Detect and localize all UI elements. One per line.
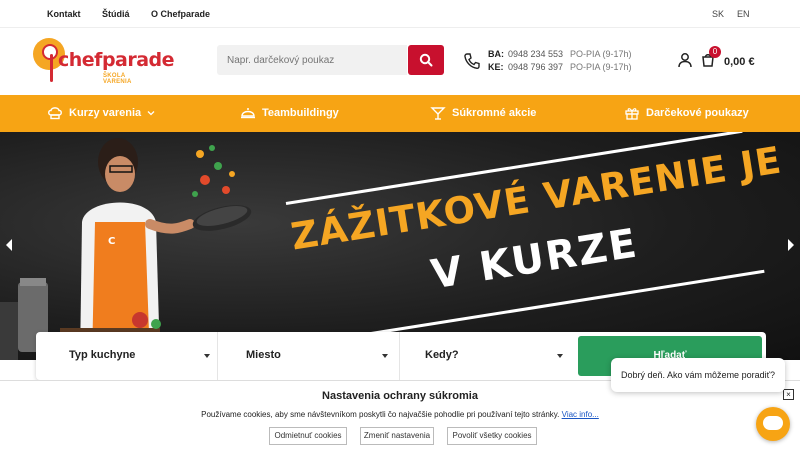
svg-text:C: C xyxy=(108,236,115,247)
logo[interactable]: chefparade ŠKOLA VARENIA xyxy=(33,38,175,85)
cookie-description: Používame cookies, aby sme návštevníkom … xyxy=(201,410,560,419)
nav-label: Darčekové poukazy xyxy=(646,107,749,119)
date-select[interactable]: Kedy? xyxy=(400,332,576,380)
lang-sk[interactable]: SK xyxy=(712,9,724,19)
phone-number: 0948 234 553 xyxy=(508,49,564,59)
cloche-icon xyxy=(241,108,255,119)
change-settings-button[interactable]: Zmeniť nastavenia xyxy=(360,427,434,445)
phone-city: KE: xyxy=(488,62,504,72)
chef-photo: C xyxy=(0,138,252,360)
cookie-text: Používame cookies, aby sme návštevníkom … xyxy=(0,410,800,419)
cart-total[interactable]: 0,00 € xyxy=(724,56,755,68)
cocktail-icon xyxy=(430,107,446,120)
topbar-link-kontakt[interactable]: Kontakt xyxy=(47,9,81,19)
search-input[interactable] xyxy=(217,45,407,75)
user-icon[interactable] xyxy=(677,52,693,68)
chevron-down-icon xyxy=(147,111,155,116)
accept-all-cookies-button[interactable]: Povoliť všetky cookies xyxy=(447,427,537,445)
header: chefparade ŠKOLA VARENIA BA: 0948 234 553… xyxy=(0,28,800,95)
phone-hours: PO-PIA (9-17h) xyxy=(570,62,632,72)
chef-hat-icon xyxy=(48,107,62,120)
caret-down-icon xyxy=(557,354,563,358)
carousel-next-icon[interactable] xyxy=(786,238,796,252)
close-icon[interactable]: × xyxy=(783,389,794,400)
caret-down-icon xyxy=(204,354,210,358)
nav-label: Súkromné akcie xyxy=(452,107,537,119)
chat-dots-icon xyxy=(766,421,781,434)
logo-fork-icon xyxy=(50,54,53,82)
carousel-prev-icon[interactable] xyxy=(4,238,14,252)
place-select-label: Miesto xyxy=(246,349,281,361)
logo-text: chefparade xyxy=(58,49,175,71)
phone-row-ba[interactable]: BA: 0948 234 553 PO-PIA (9-17h) xyxy=(488,49,632,61)
phone-row-ke[interactable]: KE: 0948 796 397 PO-PIA (9-17h) xyxy=(488,62,632,74)
gift-icon xyxy=(625,108,639,120)
phone-hours: PO-PIA (9-17h) xyxy=(570,49,632,59)
main-nav: Kurzy varenia Teambuildingy Súkromné akc… xyxy=(0,95,800,132)
search-icon xyxy=(419,53,433,67)
logo-subtitle: ŠKOLA VARENIA xyxy=(103,73,132,85)
cart-count-badge: 0 xyxy=(709,46,721,58)
chat-greeting-bubble[interactable]: Dobrý deň. Ako vám môžeme poradiť? xyxy=(611,358,785,392)
reject-cookies-button[interactable]: Odmietnuť cookies xyxy=(269,427,347,445)
search-box xyxy=(217,45,444,75)
top-bar: Kontakt Štúdiá O Chefparade SK EN xyxy=(0,0,800,28)
caret-down-icon xyxy=(382,354,388,358)
topbar-link-studia[interactable]: Štúdiá xyxy=(102,9,130,19)
phone-icon xyxy=(464,53,480,70)
nav-item-darcekove-poukazy[interactable]: Darčekové poukazy xyxy=(624,106,749,122)
nav-label: Kurzy varenia xyxy=(69,107,142,119)
topbar-link-about[interactable]: O Chefparade xyxy=(151,9,210,19)
date-select-label: Kedy? xyxy=(425,349,459,361)
phone-number: 0948 796 397 xyxy=(508,62,564,72)
phone-contacts: BA: 0948 234 553 PO-PIA (9-17h) KE: 0948 79… xyxy=(463,48,643,76)
cookie-more-info-link[interactable]: Viac info... xyxy=(562,410,599,419)
place-select[interactable]: Miesto xyxy=(218,332,400,380)
nav-label: Teambuildingy xyxy=(262,107,339,119)
nav-item-teambuildingy[interactable]: Teambuildingy xyxy=(240,106,339,122)
cuisine-select[interactable]: Typ kuchyne xyxy=(36,332,218,380)
chat-launcher-icon[interactable] xyxy=(756,407,790,441)
cuisine-select-label: Typ kuchyne xyxy=(69,349,136,361)
phone-city: BA: xyxy=(488,49,504,59)
nav-item-sukromne-akcie[interactable]: Súkromné akcie xyxy=(430,106,536,122)
lang-en[interactable]: EN xyxy=(737,9,750,19)
nav-item-kurzy[interactable]: Kurzy varenia xyxy=(47,106,155,122)
search-button[interactable] xyxy=(408,45,444,75)
